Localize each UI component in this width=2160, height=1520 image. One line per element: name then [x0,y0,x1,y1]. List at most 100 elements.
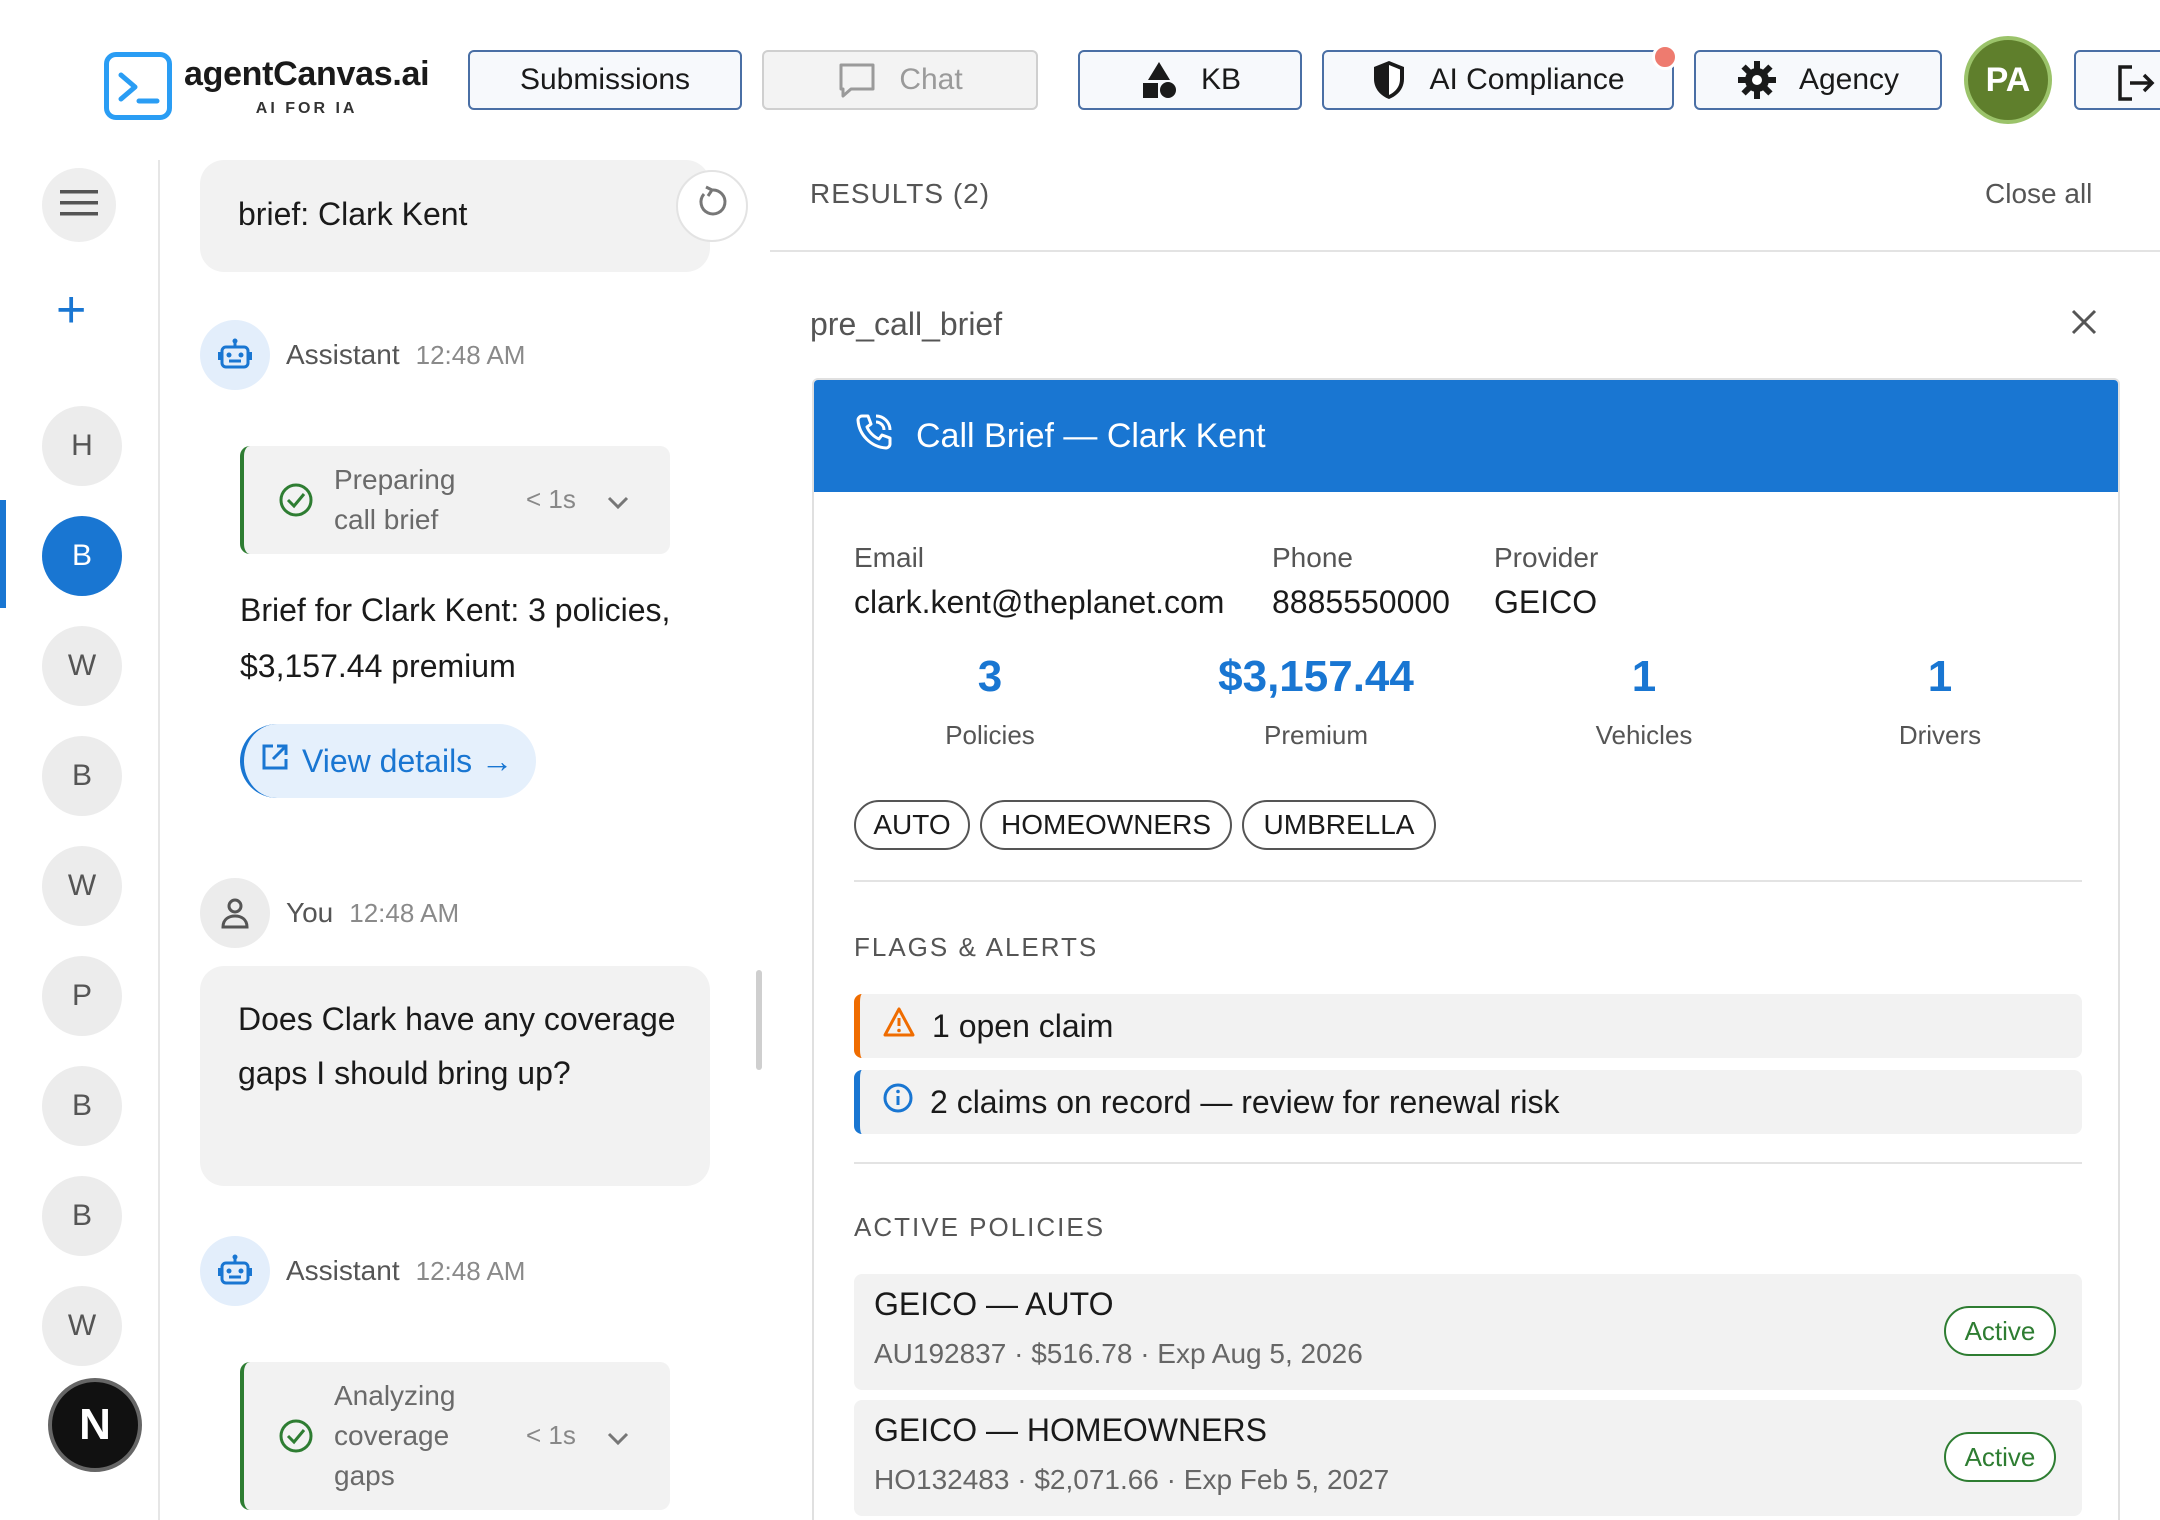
alert-info: 2 claims on record — review for renewal … [854,1070,2082,1134]
close-icon[interactable] [2070,308,2098,341]
call-brief-card: Call Brief — Clark Kent Email clark.kent… [812,378,2120,1520]
stat-premium: $3,157.44 Premium [1156,652,1476,751]
panel-resize-handle[interactable] [756,970,762,1070]
user-avatar[interactable]: PA [1964,36,2052,124]
tool-name: pre_call_brief [810,306,1003,342]
policy-title: GEICO — AUTO [874,1286,1114,1322]
phone-value[interactable]: 8885550000 [1272,584,1450,621]
chat-thread: brief: Clark Kent Assistant 12:48 AM Pre… [160,160,760,1520]
step-label: Preparing [334,464,456,495]
logo-title: agentCanvas.ai [184,54,430,93]
phone-call-icon [854,412,916,461]
status-badge: Active [1944,1306,2056,1356]
refresh-icon [695,185,729,227]
agency-label: Agency [1798,63,1900,96]
results-panel: RESULTS (2) Close all pre_call_brief Cal… [770,160,2160,1520]
step-duration: < 1s [526,1420,576,1450]
email-label: Email [854,542,925,573]
email-value[interactable]: clark.kent@theplanet.com [854,584,1224,621]
line-chip: HOMEOWNERS [980,800,1232,850]
line-chip: UMBRELLA [1242,800,1436,850]
rail-item-conversation[interactable]: B [42,736,122,816]
query-text: brief: Clark Kent [238,196,468,232]
step-label: gaps [334,1460,395,1491]
ai-compliance-label: AI Compliance [1429,63,1625,96]
plus-icon: + [56,281,87,339]
step-label: Analyzing [334,1380,456,1411]
chat-label: Chat [899,63,963,96]
shield-icon [1371,59,1407,101]
author-name: Assistant [286,1255,400,1286]
divider [854,1162,2082,1164]
notification-dot [1652,44,1678,70]
rail-item-conversation[interactable]: W [42,846,122,926]
policy-row[interactable]: GEICO — AUTO AU192837 · $516.78 · Exp Au… [854,1274,2082,1390]
info-icon [882,1082,930,1122]
warning-icon [882,1006,932,1046]
policy-row[interactable]: GEICO — HOMEOWNERS HO132483 · $2,071.66 … [854,1400,2082,1516]
rail-item-conversation-active[interactable]: B [42,516,122,596]
phone-label: Phone [1272,542,1353,573]
rail-item-conversation[interactable]: W [42,1286,122,1366]
next-badge[interactable]: N [48,1378,142,1472]
policy-detail: HO132483 · $2,071.66 · Exp Feb 5, 2027 [874,1464,1390,1495]
rail-item-conversation[interactable]: P [42,956,122,1036]
chat-bubble-icon [837,61,877,99]
rail-item-conversation[interactable]: B [42,1176,122,1256]
conversation-rail: + H B W B W P B B W N [0,160,160,1520]
submissions-label: Submissions [519,63,691,96]
message-time: 12:48 AM [349,897,460,928]
close-all-button[interactable]: Close all [1985,178,2092,210]
active-indicator [0,500,6,608]
rerun-button[interactable] [676,170,748,242]
divider [854,880,2082,882]
logo-terminal-icon [104,52,172,120]
line-chip: AUTO [854,800,970,850]
stat-label: Premium [1263,720,1368,750]
tool-step-analyzing[interactable]: Analyzing coverage gaps < 1s [240,1362,670,1510]
stat-policies: 3 Policies [830,652,1150,751]
gear-icon [1737,60,1777,100]
stat-label: Vehicles [1595,720,1693,750]
stat-label: Drivers [1898,720,1982,750]
rail-item-conversation[interactable]: H [42,406,122,486]
logout-button[interactable] [2074,50,2160,110]
author-name: You [286,897,334,928]
robot-icon [200,1236,270,1306]
tool-step-preparing[interactable]: Preparing call brief < 1s [240,446,670,554]
assistant-header: Assistant 12:48 AM [200,320,525,390]
agency-button[interactable]: Agency [1694,50,1942,110]
kb-button[interactable]: KB [1078,50,1302,110]
view-details-button[interactable]: View details → [240,724,536,798]
flags-title: FLAGS & ALERTS [854,932,1099,962]
policy-detail: AU192837 · $516.78 · Exp Aug 5, 2026 [874,1338,1363,1369]
alert-warning: 1 open claim [854,994,2082,1058]
alert-text: 1 open claim [932,1007,1114,1044]
card-title: Call Brief — Clark Kent [916,416,1266,455]
chat-button[interactable]: Chat [762,50,1038,110]
status-badge: Active [1944,1432,2056,1482]
stat-value: 3 [977,652,1003,701]
rail-item-conversation[interactable]: B [42,1066,122,1146]
new-conversation-button[interactable]: + [56,284,86,336]
submissions-button[interactable]: Submissions [468,50,742,110]
person-icon [200,878,270,948]
chevron-down-icon[interactable] [606,486,630,518]
menu-button[interactable] [42,168,116,242]
step-duration: < 1s [526,484,576,514]
stat-value: 1 [1927,652,1953,701]
policy-title: GEICO — HOMEOWNERS [874,1412,1267,1448]
shapes-icon [1139,60,1179,100]
card-header: Call Brief — Clark Kent [814,380,2118,492]
external-link-icon [260,742,302,780]
assistant-header: Assistant 12:48 AM [200,1236,525,1306]
robot-icon [200,320,270,390]
rail-item-conversation[interactable]: W [42,626,122,706]
ai-compliance-button[interactable]: AI Compliance [1322,44,1678,110]
logo[interactable]: agentCanvas.ai AI FOR IA [104,52,430,120]
alert-text: 2 claims on record — review for renewal … [930,1083,1560,1120]
assistant-brief-text: Brief for Clark Kent: 3 policies, $3,157… [240,592,671,684]
chevron-down-icon[interactable] [606,1422,630,1454]
stat-drivers: 1 Drivers [1780,652,2100,751]
hamburger-icon [60,189,98,222]
